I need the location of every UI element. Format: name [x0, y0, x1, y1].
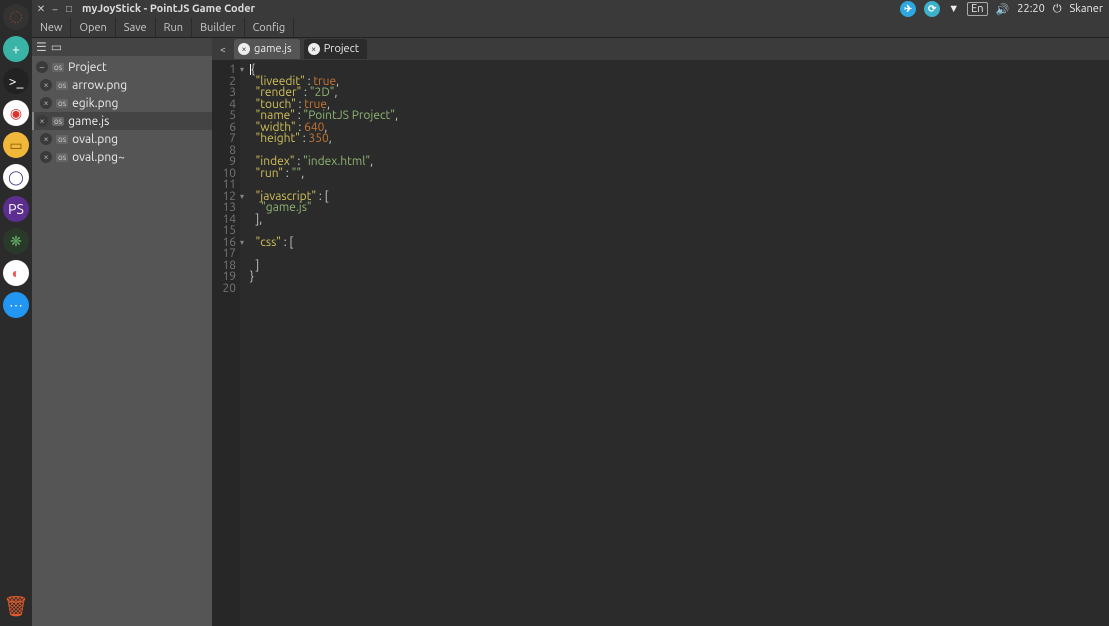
tree-item-oval-png-[interactable]: ×osoval.png~	[32, 148, 212, 166]
titlebar: ✕ – □ myJoyStick - PointJS Game Coder ✈ …	[32, 0, 1109, 18]
gutter-line: 17	[212, 248, 236, 260]
trash-icon[interactable]: 🗑	[3, 594, 28, 618]
code-line[interactable]	[250, 145, 1109, 157]
code-line[interactable]: "width" : 640,	[250, 122, 1109, 134]
code-line[interactable]: {	[250, 64, 1109, 76]
code-line[interactable]: }	[250, 271, 1109, 283]
close-icon[interactable]: ×	[40, 133, 52, 145]
launcher-atom[interactable]: ❋	[3, 228, 29, 254]
gutter-line: 1▾	[212, 64, 236, 76]
close-icon[interactable]: ×	[40, 151, 52, 163]
gutter-line: 5	[212, 110, 236, 122]
tab-close-icon[interactable]: ×	[308, 43, 320, 55]
launcher-files[interactable]: ▭	[3, 132, 29, 158]
app-window: ✕ – □ myJoyStick - PointJS Game Coder ✈ …	[32, 0, 1109, 626]
launcher-ubuntu[interactable]: ◌	[3, 4, 29, 30]
code-line[interactable]: "render" : "2D",	[250, 87, 1109, 99]
file-sidebar: ☰ ▭ –osProject×osarrow.png×osegik.png×os…	[32, 38, 212, 626]
menu-config[interactable]: Config	[245, 18, 295, 37]
clock[interactable]: 22:20	[1017, 3, 1045, 15]
tree-item-arrow-png[interactable]: ×osarrow.png	[32, 76, 212, 94]
launcher-terminal[interactable]: >_	[3, 68, 29, 94]
window-title: myJoyStick - PointJS Game Coder	[82, 3, 255, 15]
root: ◌ + >_ ◉ ▭ ◯ PS ❋ ◐ ⋯ 🗑 ✕ – □ myJoyStick - PointJS…	[0, 0, 1109, 626]
code-line[interactable]: ],	[250, 214, 1109, 226]
code-line[interactable]: "liveedit" : true,	[250, 76, 1109, 88]
tabs-scroll-left[interactable]: <	[216, 44, 230, 55]
tab-game-js[interactable]: ×game.js	[234, 39, 300, 59]
tab-close-icon[interactable]: ×	[238, 43, 250, 55]
window-minimize[interactable]: –	[48, 4, 62, 15]
line-gutter: 1▾23456789101112▾13141516▾17181920	[212, 60, 240, 626]
wifi-icon[interactable]: ▼	[948, 3, 959, 15]
sidebar-icon-2[interactable]: ▭	[51, 40, 62, 54]
window-close[interactable]: ✕	[34, 3, 48, 15]
power-icon[interactable]: ⏻	[1053, 3, 1062, 16]
tab-strip: < ×game.js×Project	[212, 38, 1109, 60]
launcher-screenshot[interactable]: ◉	[3, 100, 29, 126]
menu-run[interactable]: Run	[156, 18, 192, 37]
code-line[interactable]: "game.js"	[250, 202, 1109, 214]
code-line[interactable]: ]	[250, 260, 1109, 272]
sync-icon[interactable]: ⟳	[924, 1, 940, 17]
menu-builder[interactable]: Builder	[192, 18, 245, 37]
language-indicator[interactable]: En	[967, 2, 987, 16]
gutter-line: 15	[212, 225, 236, 237]
gutter-line: 7	[212, 133, 236, 145]
editor-area: <×game.js×Project 1▾23456789101112▾13141…	[212, 38, 1109, 626]
user-name[interactable]: Skaner	[1070, 3, 1103, 15]
menu-new[interactable]: New	[32, 18, 71, 37]
sidebar-toolbar: ☰ ▭	[32, 38, 212, 56]
volume-icon[interactable]: 🔊	[996, 3, 1010, 16]
menu-save[interactable]: Save	[116, 18, 156, 37]
menubar: NewOpenSaveRunBuilderConfig	[32, 18, 1109, 38]
sidebar-icon-1[interactable]: ☰	[36, 40, 47, 54]
gutter-line: 19	[212, 271, 236, 283]
close-icon[interactable]: ×	[40, 79, 52, 91]
system-tray: ✈ ⟳ ▼ En 🔊 22:20 ⏻ Skaner	[900, 1, 1109, 17]
code-line[interactable]: "index" : "index.html",	[250, 156, 1109, 168]
window-maximize[interactable]: □	[62, 3, 76, 15]
gutter-line: 11	[212, 179, 236, 191]
code-content[interactable]: { "liveedit" : true, "render" : "2D", "t…	[240, 60, 1109, 626]
launcher-dock: ◌ + >_ ◉ ▭ ◯ PS ❋ ◐ ⋯ 🗑	[0, 0, 32, 626]
close-icon[interactable]: ×	[36, 115, 48, 127]
menu-open[interactable]: Open	[71, 18, 115, 37]
expand-icon[interactable]: –	[36, 61, 48, 73]
code-line[interactable]: "css" : [	[250, 237, 1109, 249]
code-editor[interactable]: 1▾23456789101112▾13141516▾17181920 { "li…	[212, 60, 1109, 626]
gutter-line: 9	[212, 156, 236, 168]
tree-item-game-js[interactable]: ×osgame.js	[32, 112, 212, 130]
code-line[interactable]	[250, 179, 1109, 191]
code-line[interactable]	[250, 225, 1109, 237]
launcher-phpstorm[interactable]: PS	[3, 196, 29, 222]
tree-item-oval-png[interactable]: ×osoval.png	[32, 130, 212, 148]
launcher-chrome[interactable]: ◯	[3, 164, 29, 190]
code-line[interactable]: "run" : "",	[250, 168, 1109, 180]
tree-root[interactable]: –osProject	[32, 58, 212, 76]
code-line[interactable]: "name" : "PointJS Project",	[250, 110, 1109, 122]
launcher-more[interactable]: ⋯	[3, 292, 29, 318]
app-body: ☰ ▭ –osProject×osarrow.png×osegik.png×os…	[32, 38, 1109, 626]
code-line[interactable]: "height" : 350,	[250, 133, 1109, 145]
telegram-icon[interactable]: ✈	[900, 1, 916, 17]
gutter-line: 13	[212, 202, 236, 214]
file-tree: –osProject×osarrow.png×osegik.png×osgame…	[32, 56, 212, 626]
gutter-line: 20	[212, 283, 236, 295]
tab-project[interactable]: ×Project	[304, 39, 367, 59]
code-line[interactable]	[250, 283, 1109, 295]
launcher-disk[interactable]: ◐	[3, 260, 29, 286]
tree-item-egik-png[interactable]: ×osegik.png	[32, 94, 212, 112]
code-line[interactable]	[250, 248, 1109, 260]
gutter-line: 3	[212, 87, 236, 99]
launcher-app1[interactable]: +	[3, 36, 29, 62]
close-icon[interactable]: ×	[40, 97, 52, 109]
code-line[interactable]: "javascript" : [	[250, 191, 1109, 203]
